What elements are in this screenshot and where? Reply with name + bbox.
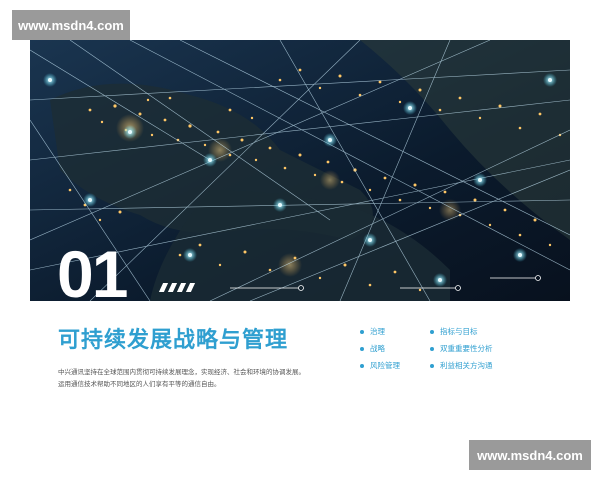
topic-label: 利益相关方沟通 (440, 361, 493, 370)
section-number: 01 (57, 237, 128, 301)
topic-label: 治理 (370, 327, 385, 336)
bullet-icon (360, 346, 364, 351)
bullet-icon (430, 329, 434, 334)
topic-item-risk-management: 风险管理 (360, 360, 400, 371)
bullet-icon (360, 363, 364, 368)
bullet-icon (430, 346, 434, 351)
section-title: 可持续发展战略与管理 (58, 328, 289, 353)
section-description: 中兴通讯坚持在全球范围内贯彻可持续发展理念，实现经济、社会和环境的协调发展。 运… (58, 366, 328, 390)
bullet-icon (360, 329, 364, 334)
watermark-bottom: www.msdn4.com (469, 440, 591, 470)
topic-list: 治理 战略 风险管理 指标与目标 双重重要性分析 利益相关方沟通 (360, 326, 560, 376)
topic-item-strategy: 战略 (360, 343, 385, 354)
topic-item-metrics-targets: 指标与目标 (430, 326, 478, 337)
topic-item-double-materiality: 双重重要性分析 (430, 343, 493, 354)
topic-label: 指标与目标 (440, 327, 478, 336)
topic-label: 风险管理 (370, 361, 400, 370)
topic-label: 双重重要性分析 (440, 344, 493, 353)
description-line: 运用通信技术帮助不同地区的人们享有平等的通信自由。 (58, 380, 221, 388)
watermark-top: www.msdn4.com (12, 10, 130, 40)
bullet-icon (430, 363, 434, 368)
hero-image: 01 (30, 40, 570, 301)
description-line: 中兴通讯坚持在全球范围内贯彻可持续发展理念，实现经济、社会和环境的协调发展。 (58, 368, 305, 376)
topic-item-governance: 治理 (360, 326, 385, 337)
topic-label: 战略 (370, 344, 385, 353)
topic-item-stakeholder-communication: 利益相关方沟通 (430, 360, 493, 371)
stripe-decoration (158, 283, 201, 293)
